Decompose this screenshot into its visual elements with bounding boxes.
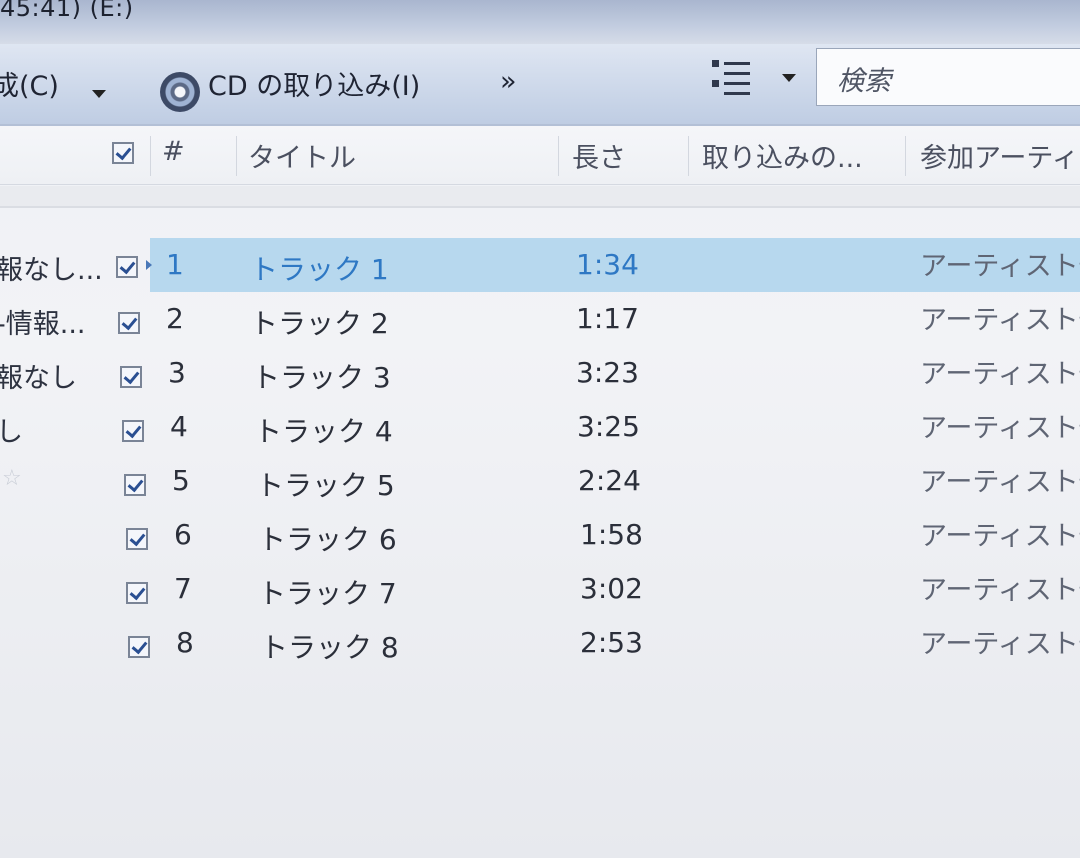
playing-indicator-icon [146,260,152,270]
track-title[interactable]: トラック 1 [250,248,389,288]
left-pane-text: し [0,417,23,448]
track-number: 4 [170,410,188,443]
track-artist: アーティスト情 [920,359,1080,390]
track-artist: アーティスト情 [920,521,1080,552]
table-row[interactable]: 8 トラック 8 2:53 アーティスト情 [0,616,1080,670]
track-artist: アーティスト情 [920,251,1080,282]
track-title[interactable]: トラック 4 [254,410,393,450]
track-artist: アーティスト情 [920,467,1080,498]
table-row[interactable]: 7 トラック 7 3:02 アーティスト情 [0,562,1080,616]
track-title[interactable]: トラック 2 [250,302,389,342]
track-checkbox[interactable] [124,474,146,496]
track-length: 1:17 [576,302,639,335]
track-length: 1:34 [576,248,639,281]
left-pane-text: 報なし [0,363,77,394]
track-artist: アーティスト情 [920,305,1080,336]
track-length: 1:58 [580,518,643,551]
view-options-dropdown-icon[interactable] [782,74,796,82]
search-input[interactable]: 検索 [837,59,891,98]
track-number: 8 [176,626,194,659]
track-title[interactable]: トラック 5 [256,464,395,504]
table-row[interactable]: ☆ 5 トラック 5 2:24 アーティスト情 [0,454,1080,508]
select-all-checkbox[interactable] [112,142,134,164]
track-number: 6 [174,518,192,551]
media-player-window: 45:41) (E:) 成(C) CD の取り込み(I) » 検索 # タイトル… [0,0,1080,858]
track-number: 3 [168,356,186,389]
column-rip-status[interactable]: 取り込みの... [702,136,863,175]
header-spacer [0,186,1080,208]
track-artist: アーティスト情 [920,575,1080,606]
left-pane-text: 報なし... [0,255,103,286]
column-number[interactable]: # [162,136,185,167]
window-title: 45:41) (E:) [0,0,134,22]
track-checkbox[interactable] [126,582,148,604]
table-row[interactable]: し 4 トラック 4 3:25 アーティスト情 [0,400,1080,454]
track-artist: アーティスト情 [920,629,1080,660]
track-number: 7 [174,572,192,605]
track-number: 2 [166,302,184,335]
organize-menu-button[interactable]: 成(C) [0,64,59,103]
track-checkbox[interactable] [118,312,140,334]
track-length: 3:25 [577,410,640,443]
column-title[interactable]: タイトル [248,136,356,175]
track-number: 5 [172,464,190,497]
table-row[interactable]: 6 トラック 6 1:58 アーティスト情 [0,508,1080,562]
column-contributing-artist[interactable]: 参加アーティス [920,136,1080,175]
organize-dropdown-icon[interactable] [92,90,106,98]
track-checkbox[interactable] [120,366,142,388]
toolbar-overflow-button[interactable]: » [500,66,517,97]
track-title[interactable]: トラック 7 [258,572,397,612]
track-number: 1 [166,248,184,281]
left-pane-text: -情報... [0,309,86,340]
track-title[interactable]: トラック 3 [252,356,391,396]
table-row[interactable]: 報なし... 1 トラック 1 1:34 アーティスト情 [0,238,1080,292]
track-length: 2:53 [580,626,643,659]
table-row[interactable]: -情報... 2 トラック 2 1:17 アーティスト情 [0,292,1080,346]
track-length: 3:02 [580,572,643,605]
rip-cd-button[interactable]: CD の取り込み(I) [208,64,420,103]
track-checkbox[interactable] [126,528,148,550]
column-length[interactable]: 長さ [572,136,626,175]
table-row[interactable]: 報なし 3 トラック 3 3:23 アーティスト情 [0,346,1080,400]
track-checkbox[interactable] [128,636,150,658]
track-length: 2:24 [578,464,641,497]
title-bar: 45:41) (E:) [0,0,1080,44]
column-header-row: # タイトル 長さ 取り込みの... 参加アーティス [0,126,1080,185]
track-checkbox[interactable] [122,420,144,442]
search-box[interactable]: 検索 [816,48,1080,106]
track-title[interactable]: トラック 8 [260,626,399,666]
track-title[interactable]: トラック 6 [258,518,397,558]
rating-star-icon: ☆ [2,466,22,491]
view-options-icon[interactable] [712,60,752,98]
track-artist: アーティスト情 [920,413,1080,444]
track-length: 3:23 [576,356,639,389]
cd-disc-icon[interactable] [160,72,200,112]
track-checkbox[interactable] [116,256,138,278]
